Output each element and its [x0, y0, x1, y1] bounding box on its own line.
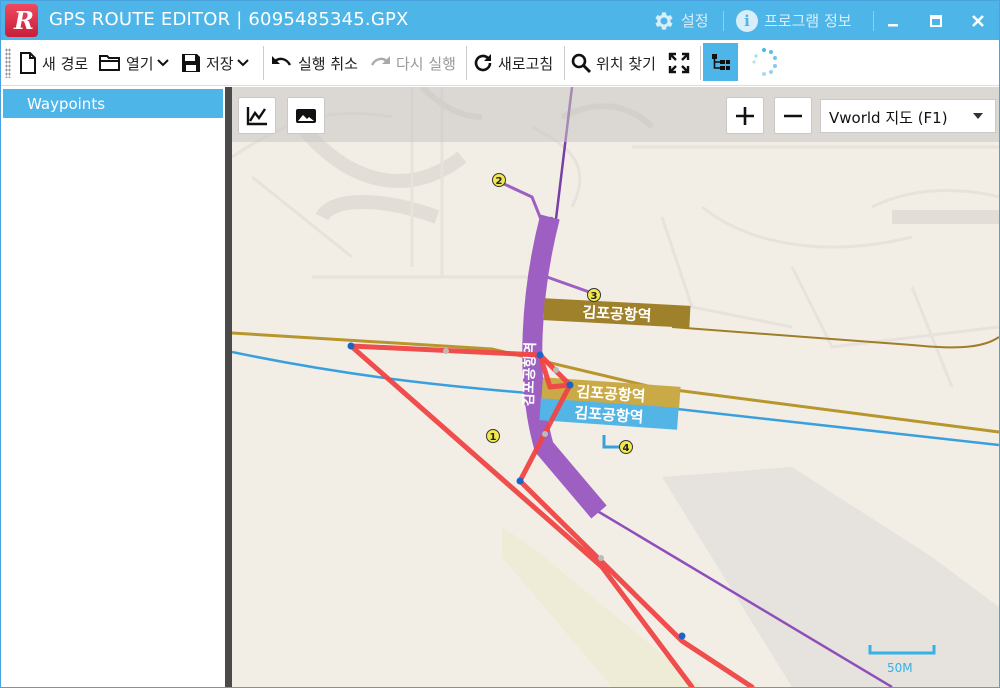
- scale-label: 50M: [887, 661, 913, 675]
- redo-label: 다시 실행: [396, 54, 456, 73]
- map-layer-value: Vworld 지도 (F1): [829, 109, 948, 127]
- waypoint-number: 3: [591, 291, 598, 302]
- scale-bar-icon: [868, 645, 936, 655]
- refresh-button[interactable]: 새로고침: [472, 46, 553, 80]
- new-route-button[interactable]: 새 경로: [18, 46, 88, 80]
- find-location-button[interactable]: 위치 찾기: [570, 46, 656, 80]
- route-midpoint-handle[interactable]: [598, 555, 604, 561]
- undo-button[interactable]: 실행 취소: [270, 46, 358, 80]
- route-midpoint-handle[interactable]: [542, 431, 548, 437]
- refresh-icon: [474, 54, 492, 72]
- undo-icon: [272, 56, 292, 66]
- new-file-icon: [20, 52, 36, 74]
- maximize-icon: [930, 14, 942, 27]
- line-chart-icon: [246, 106, 267, 125]
- app-window: R GPS ROUTE EDITOR | 6095485345.GPX 설정 i…: [0, 0, 1000, 688]
- minimize-icon: [888, 23, 898, 26]
- settings-label: 설정: [681, 12, 709, 30]
- search-icon: [571, 53, 592, 74]
- waypoint-number: 2: [496, 176, 503, 187]
- route-node[interactable]: [516, 477, 524, 485]
- info-icon: i: [736, 9, 758, 32]
- zoom-out-button[interactable]: [774, 97, 812, 134]
- title-bar: R GPS ROUTE EDITOR | 6095485345.GPX 설정 i…: [1, 1, 999, 40]
- folder-icon: [99, 55, 120, 71]
- save-label: 저장: [206, 54, 234, 73]
- loading-spinner-icon: [752, 48, 777, 76]
- minimize-button[interactable]: [873, 1, 913, 40]
- station-label-upper: 김포공항역: [582, 303, 652, 325]
- settings-button[interactable]: 설정: [651, 1, 709, 40]
- about-label: 프로그램 정보: [764, 12, 852, 30]
- title-separator: [723, 11, 724, 31]
- save-button[interactable]: 저장: [180, 46, 254, 80]
- waypoint-marker[interactable]: 1: [486, 429, 500, 444]
- redo-button[interactable]: 다시 실행: [368, 46, 456, 80]
- close-icon: [972, 14, 984, 27]
- route-node[interactable]: [347, 342, 355, 350]
- toolbar-separator: [466, 46, 467, 80]
- toolbar-separator: [564, 46, 565, 80]
- toolbar-separator: [263, 46, 264, 80]
- app-logo-icon: R: [5, 4, 38, 37]
- chevron-down-icon: [973, 113, 983, 119]
- sidebar-item-label: Waypoints: [27, 95, 106, 113]
- about-button[interactable]: i 프로그램 정보: [736, 1, 852, 40]
- route-node[interactable]: [678, 632, 686, 640]
- route-midpoint-handle[interactable]: [553, 367, 559, 373]
- fullscreen-button[interactable]: [668, 46, 694, 80]
- chevron-down-icon: [236, 59, 249, 67]
- map-canvas[interactable]: 김포공항역 김포공항역 김포공항역 김포공항역 1 2 3 4: [232, 87, 999, 687]
- zoom-in-button[interactable]: [726, 97, 764, 134]
- elevation-chart-button[interactable]: [238, 97, 276, 134]
- panel-splitter[interactable]: [225, 87, 232, 687]
- toolbar-separator: [700, 46, 701, 80]
- save-icon: [182, 54, 200, 72]
- route-midpoint-handle[interactable]: [443, 348, 449, 354]
- new-route-label: 새 경로: [42, 54, 89, 73]
- expand-icon: [668, 52, 690, 74]
- image-icon: [296, 108, 316, 123]
- gear-icon: [655, 11, 673, 30]
- open-button[interactable]: 열기: [98, 46, 174, 80]
- toolbar-grip[interactable]: [5, 48, 11, 78]
- minus-icon: [784, 114, 802, 117]
- waypoint-marker[interactable]: 3: [587, 288, 601, 303]
- map-scale-bar: 50M: [868, 643, 936, 679]
- close-button[interactable]: [958, 1, 998, 40]
- undo-label: 실행 취소: [298, 54, 358, 73]
- waypoint-number: 1: [490, 432, 497, 443]
- tree-view-icon: [711, 54, 730, 70]
- route-node[interactable]: [536, 351, 544, 359]
- refresh-label: 새로고침: [498, 54, 554, 73]
- route-node[interactable]: [566, 381, 574, 389]
- plus-icon: [736, 106, 754, 125]
- find-location-label: 위치 찾기: [596, 54, 656, 73]
- chevron-down-icon: [156, 59, 169, 67]
- station-label-vertical: 김포공항역: [520, 342, 539, 407]
- maximize-button[interactable]: [916, 1, 956, 40]
- toolbar: 새 경로 열기 저장 실행 취소 다시 실행 새로고침 위치 찾기: [1, 40, 999, 86]
- redo-icon: [370, 56, 390, 66]
- waypoint-marker[interactable]: 2: [492, 173, 506, 188]
- sidebar-item-waypoints[interactable]: Waypoints: [3, 89, 223, 118]
- map-layer-select[interactable]: Vworld 지도 (F1): [820, 99, 996, 133]
- open-label: 열기: [126, 54, 154, 73]
- waypoint-marker[interactable]: 4: [619, 440, 633, 455]
- waypoint-panel: Waypoints: [1, 87, 225, 687]
- map-view[interactable]: 김포공항역 김포공항역 김포공항역 김포공항역 1 2 3 4 Vworld 지…: [232, 87, 999, 687]
- photo-button[interactable]: [287, 97, 325, 134]
- waypoint-number: 4: [623, 443, 630, 454]
- waypoint-tree-toggle[interactable]: [703, 43, 738, 81]
- window-title: GPS ROUTE EDITOR | 6095485345.GPX: [49, 9, 409, 30]
